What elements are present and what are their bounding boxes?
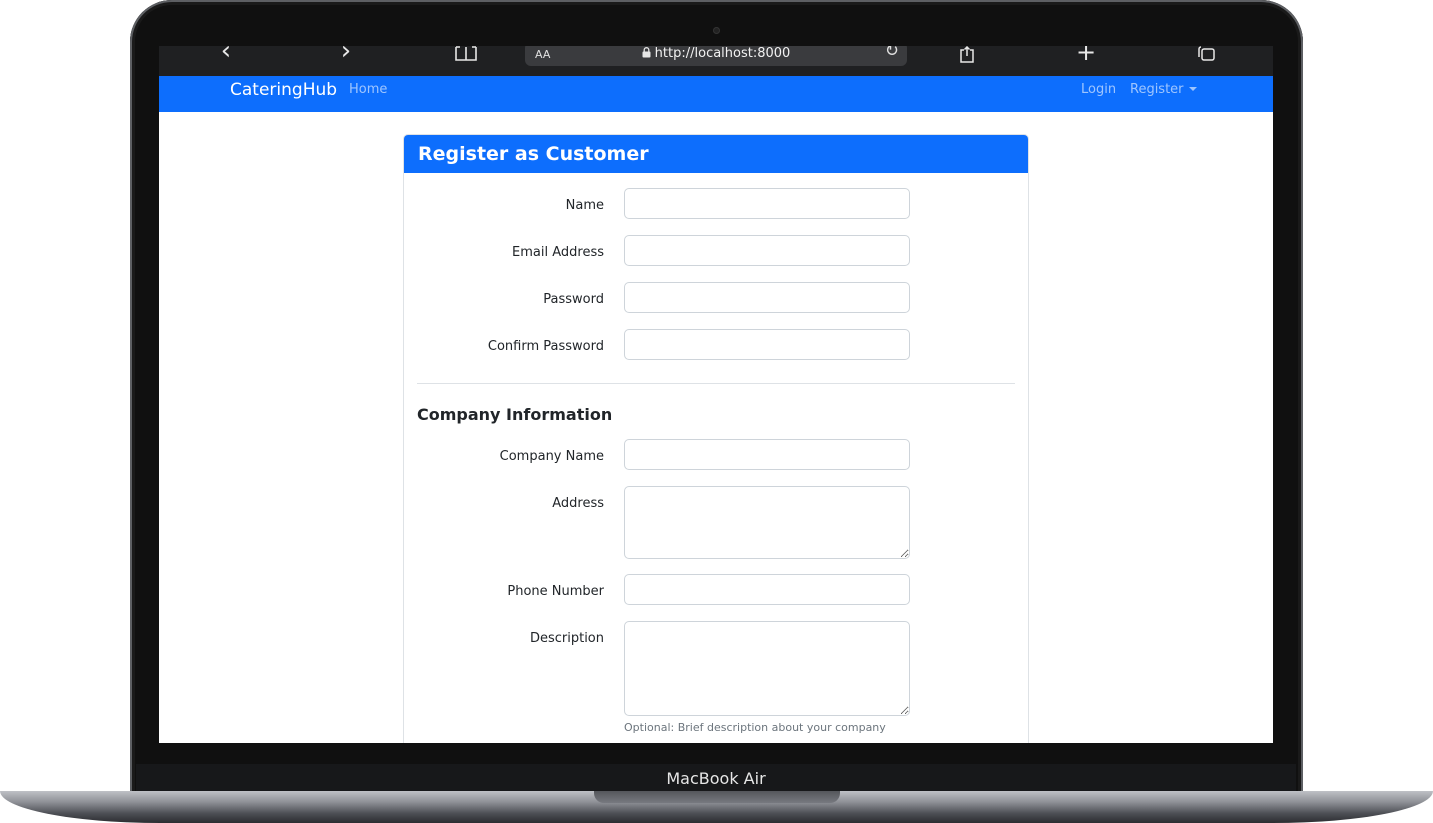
nav-home-link[interactable]: Home — [349, 82, 387, 97]
chevron-right-icon[interactable]: › — [331, 46, 361, 76]
address-textarea[interactable] — [624, 486, 910, 559]
address-bar[interactable]: AA http://localhost:8000 ↻ — [525, 46, 907, 66]
description-label: Description — [529, 631, 604, 646]
company-name-label: Company Name — [499, 449, 604, 464]
card-title: Register as Customer — [418, 143, 649, 165]
chevron-left-icon[interactable]: ‹ — [211, 46, 241, 76]
nav-register-dropdown[interactable]: Register — [1130, 82, 1197, 97]
phone-label: Phone Number — [507, 584, 604, 599]
device-mockup: ‹ › AA http://localhost:8000 ↻ + Caterin… — [0, 0, 1433, 823]
confirm-password-label: Confirm Password — [487, 339, 604, 354]
phone-input[interactable] — [624, 574, 910, 605]
company-name-input[interactable] — [624, 439, 910, 470]
company-section-title: Company Information — [417, 405, 613, 424]
email-label: Email Address — [512, 245, 604, 260]
brand-link[interactable]: CateringHub — [230, 80, 337, 100]
section-divider — [417, 383, 1015, 384]
url-text: http://localhost:8000 — [654, 46, 791, 61]
confirm-password-input[interactable] — [624, 329, 910, 360]
email-input[interactable] — [624, 235, 910, 266]
book-icon[interactable] — [451, 46, 481, 76]
description-help-text: Optional: Brief description about your c… — [624, 721, 886, 734]
device-label: MacBook Air — [136, 764, 1296, 791]
name-input[interactable] — [624, 188, 910, 219]
tabs-icon[interactable] — [1191, 46, 1221, 76]
url-display: http://localhost:8000 — [525, 46, 907, 61]
plus-icon[interactable]: + — [1071, 46, 1101, 76]
browser-screen: ‹ › AA http://localhost:8000 ↻ + Caterin… — [159, 46, 1273, 743]
address-label: Address — [552, 496, 604, 511]
name-label: Name — [565, 198, 604, 213]
nav-register-label: Register — [1130, 82, 1184, 97]
browser-toolbar: ‹ › AA http://localhost:8000 ↻ + — [159, 46, 1273, 76]
register-card: Register as Customer Name Email Address … — [403, 134, 1029, 743]
camera-icon — [713, 27, 720, 34]
card-header: Register as Customer — [404, 135, 1028, 173]
password-label: Password — [543, 292, 604, 307]
nav-login-link[interactable]: Login — [1081, 82, 1116, 97]
site-navbar: CateringHub Home Login Register — [159, 76, 1273, 112]
laptop-notch — [594, 791, 840, 803]
description-textarea[interactable] — [624, 621, 910, 716]
password-input[interactable] — [624, 282, 910, 313]
caret-down-icon — [1188, 87, 1197, 91]
lock-icon — [642, 47, 651, 58]
reload-icon[interactable]: ↻ — [885, 46, 899, 61]
share-icon[interactable] — [952, 46, 982, 76]
